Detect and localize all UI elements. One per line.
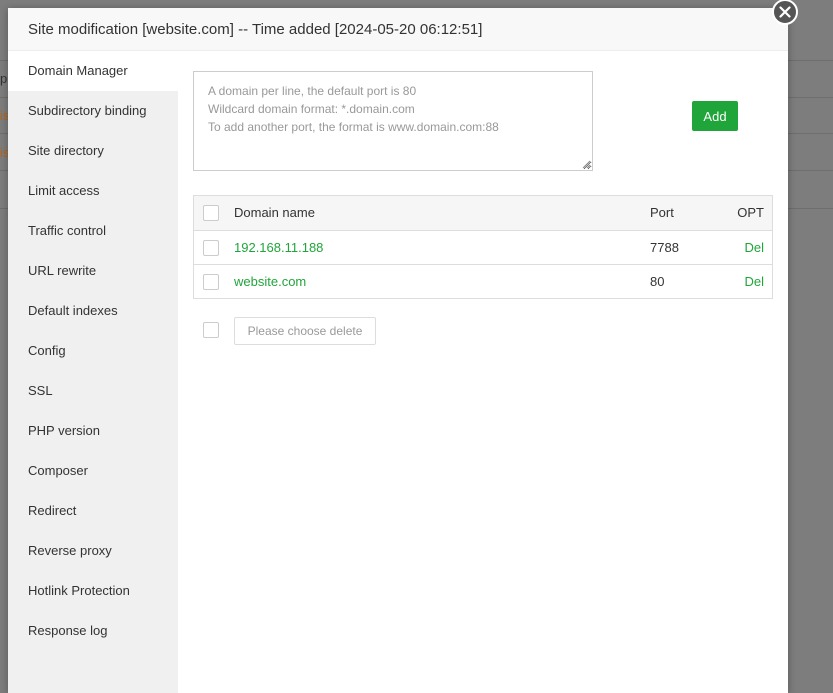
domain-link[interactable]: website.com bbox=[234, 265, 306, 299]
site-modification-dialog: Site modification [website.com] -- Time … bbox=[8, 0, 798, 693]
sidebar-item-php-version[interactable]: PHP version bbox=[8, 411, 178, 451]
column-header-domain-name: Domain name bbox=[234, 205, 315, 220]
port-value: 7788 bbox=[650, 240, 679, 255]
sidebar-item-hotlink-protection[interactable]: Hotlink Protection bbox=[8, 571, 178, 611]
row-checkbox[interactable] bbox=[203, 240, 219, 256]
port-value: 80 bbox=[650, 274, 665, 289]
column-header-opt: OPT bbox=[737, 205, 764, 220]
bulk-select-checkbox[interactable] bbox=[203, 322, 219, 338]
table-row: 192.168.11.188 7788 Del bbox=[194, 231, 772, 265]
table-header-row: Domain name Port OPT bbox=[194, 196, 772, 231]
domain-manager-panel: A domain per line, the default port is 8… bbox=[178, 51, 788, 693]
select-all-checkbox[interactable] bbox=[203, 205, 219, 221]
sidebar-item-domain-manager[interactable]: Domain Manager bbox=[8, 51, 178, 91]
background-text: p bbox=[0, 71, 8, 86]
column-header-port: Port bbox=[650, 205, 674, 220]
delete-link[interactable]: Del bbox=[744, 265, 764, 299]
sidebar-item-subdirectory-binding[interactable]: Subdirectory binding bbox=[8, 91, 178, 131]
domain-table: Domain name Port OPT 192.168.11.188 7788… bbox=[193, 195, 773, 299]
add-domain-button[interactable]: Add bbox=[692, 101, 738, 131]
sidebar-item-url-rewrite[interactable]: URL rewrite bbox=[8, 251, 178, 291]
close-button[interactable] bbox=[772, 0, 798, 25]
domain-link[interactable]: 192.168.11.188 bbox=[234, 231, 323, 265]
row-checkbox[interactable] bbox=[203, 274, 219, 290]
sidebar-item-redirect[interactable]: Redirect bbox=[8, 491, 178, 531]
domain-input[interactable] bbox=[193, 71, 593, 171]
dialog-title: Site modification [website.com] -- Time … bbox=[28, 21, 483, 38]
sidebar-item-reverse-proxy[interactable]: Reverse proxy bbox=[8, 531, 178, 571]
bulk-delete-button[interactable]: Please choose delete bbox=[234, 317, 376, 345]
table-row: website.com 80 Del bbox=[194, 265, 772, 298]
sidebar-item-site-directory[interactable]: Site directory bbox=[8, 131, 178, 171]
sidebar-item-limit-access[interactable]: Limit access bbox=[8, 171, 178, 211]
sidebar-item-traffic-control[interactable]: Traffic control bbox=[8, 211, 178, 251]
sidebar-item-ssl[interactable]: SSL bbox=[8, 371, 178, 411]
dialog-header: Site modification [website.com] -- Time … bbox=[8, 8, 788, 51]
sidebar-item-response-log[interactable]: Response log bbox=[8, 611, 178, 651]
delete-link[interactable]: Del bbox=[744, 231, 764, 265]
settings-sidebar: Domain Manager Subdirectory binding Site… bbox=[8, 51, 178, 693]
sidebar-item-composer[interactable]: Composer bbox=[8, 451, 178, 491]
close-icon bbox=[779, 6, 791, 18]
sidebar-item-default-indexes[interactable]: Default indexes bbox=[8, 291, 178, 331]
sidebar-item-config[interactable]: Config bbox=[8, 331, 178, 371]
